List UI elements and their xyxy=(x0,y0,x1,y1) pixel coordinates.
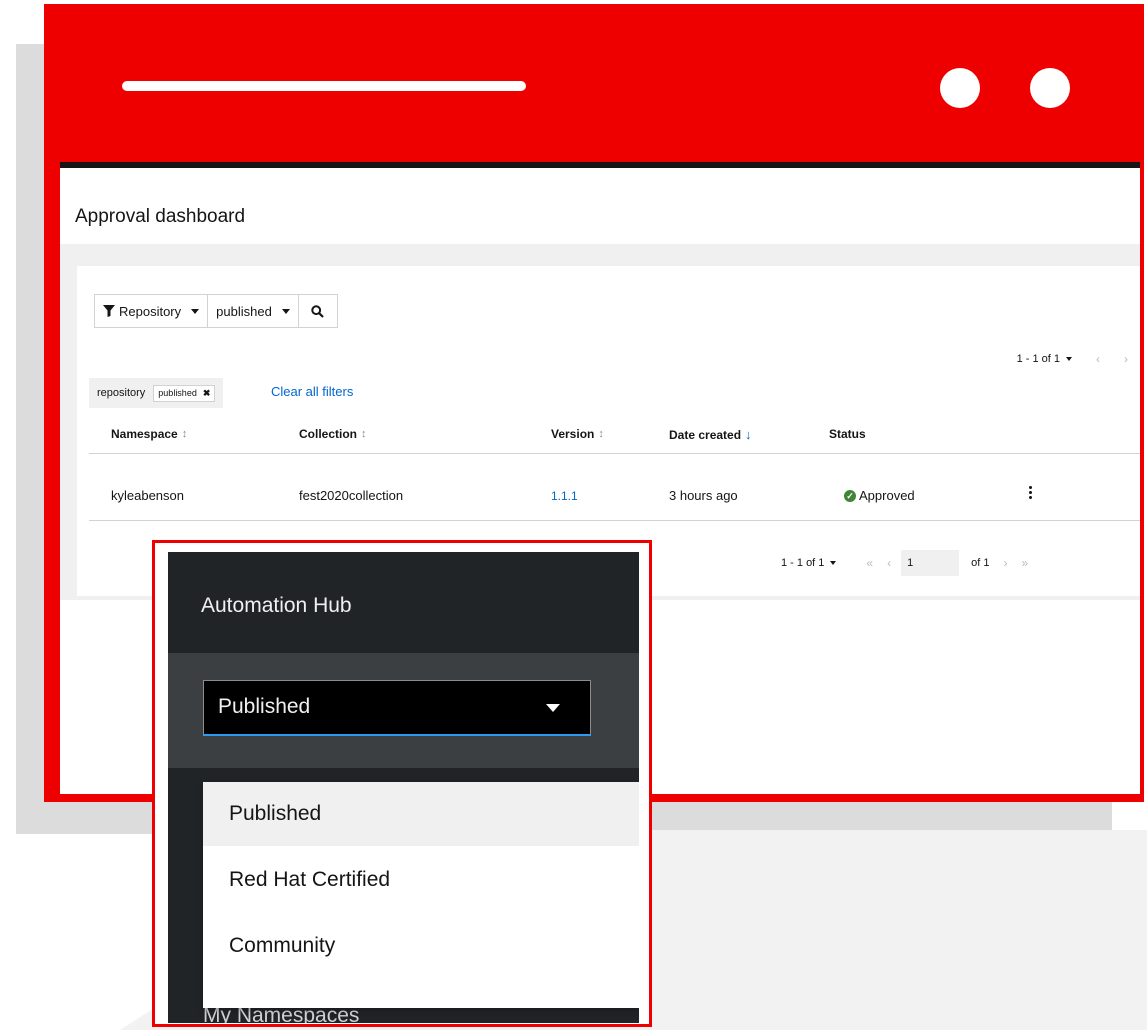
column-header-status: Status xyxy=(829,427,866,441)
next-page-icon[interactable]: › xyxy=(1124,352,1128,366)
first-page-icon[interactable]: « xyxy=(866,556,873,570)
cell-collection: fest2020collection xyxy=(299,488,404,503)
sort-icon: ↕ xyxy=(598,428,604,440)
option-red-hat-certified[interactable]: Red Hat Certified xyxy=(203,848,639,912)
close-icon[interactable]: ✖ xyxy=(203,388,211,399)
filter-attribute-label: Repository xyxy=(119,303,182,319)
row-actions-kebab-icon[interactable] xyxy=(1023,482,1037,502)
option-community[interactable]: Community xyxy=(203,914,639,978)
previous-page-icon[interactable]: ‹ xyxy=(1096,352,1100,366)
filter-chip: published ✖ xyxy=(153,384,216,402)
repository-options-menu: Published Red Hat Certified Community xyxy=(203,782,639,1008)
check-circle-icon: ✓ xyxy=(844,489,856,502)
pagination-range[interactable]: 1 - 1 of 1 xyxy=(1017,353,1060,365)
column-header-collection[interactable]: Collection ↕ xyxy=(299,427,367,441)
caret-down-icon[interactable] xyxy=(830,561,837,565)
sidebar-nav: Automation Hub Published My Namespaces P… xyxy=(168,552,639,1023)
caret-down-icon xyxy=(281,308,290,314)
caret-down-icon xyxy=(546,704,560,712)
table-divider xyxy=(89,453,1140,454)
address-bar-placeholder xyxy=(122,81,526,91)
pagination-range[interactable]: 1 - 1 of 1 xyxy=(781,557,824,569)
last-page-icon[interactable]: » xyxy=(1021,556,1028,570)
page-number-input[interactable]: 1 xyxy=(901,550,960,576)
page-header: Approval dashboard xyxy=(60,168,1140,244)
status-label: Approved xyxy=(859,488,915,503)
filter-icon xyxy=(103,305,115,317)
option-published[interactable]: Published xyxy=(203,782,639,846)
search-icon xyxy=(311,304,325,318)
filter-value-select[interactable]: published xyxy=(207,294,299,328)
clear-all-filters-link[interactable]: Clear all filters xyxy=(271,384,353,399)
caret-down-icon xyxy=(191,308,200,314)
repository-select[interactable]: Published xyxy=(203,680,591,736)
version-link[interactable]: 1.1.1 xyxy=(551,489,578,503)
window-control-dot[interactable] xyxy=(1030,68,1070,108)
filter-toolbar: Repository published xyxy=(94,294,338,328)
sort-icon: ↕ xyxy=(361,428,367,440)
cell-namespace: kyleabenson xyxy=(111,488,184,503)
previous-page-icon[interactable]: ‹ xyxy=(887,556,891,570)
table-divider xyxy=(89,520,1140,521)
sidebar-title: Automation Hub xyxy=(201,594,352,617)
caret-down-icon[interactable] xyxy=(1066,357,1072,361)
page-count-label: of 1 xyxy=(971,557,990,569)
window-control-dot[interactable] xyxy=(940,68,980,108)
pagination-bottom: 1 - 1 of 1 « ‹ 1 of 1 › » xyxy=(781,550,1028,576)
column-header-namespace[interactable]: Namespace ↕ xyxy=(111,427,187,441)
zoom-callout: Automation Hub Published My Namespaces P… xyxy=(152,540,652,1027)
next-page-icon[interactable]: › xyxy=(1003,556,1007,570)
column-header-version[interactable]: Version ↕ xyxy=(551,427,604,441)
filter-attribute-select[interactable]: Repository xyxy=(94,294,209,328)
chip-value: published xyxy=(158,388,197,398)
cell-date-created: 3 hours ago xyxy=(669,488,738,503)
filter-value-label: published xyxy=(216,303,272,319)
sort-icon: ↕ xyxy=(181,428,188,440)
page-title: Approval dashboard xyxy=(75,206,246,227)
column-header-date-created[interactable]: Date created ↓ xyxy=(669,427,752,442)
status-badge: ✓ Approved xyxy=(844,488,915,503)
sort-descending-icon: ↓ xyxy=(745,427,752,442)
chip-category: repository xyxy=(97,387,146,399)
repository-select-value: Published xyxy=(218,695,311,718)
search-button[interactable] xyxy=(297,294,338,328)
pagination-top: 1 - 1 of 1 ‹ › xyxy=(1017,352,1128,366)
filter-chip-group: repository published ✖ xyxy=(89,378,224,408)
